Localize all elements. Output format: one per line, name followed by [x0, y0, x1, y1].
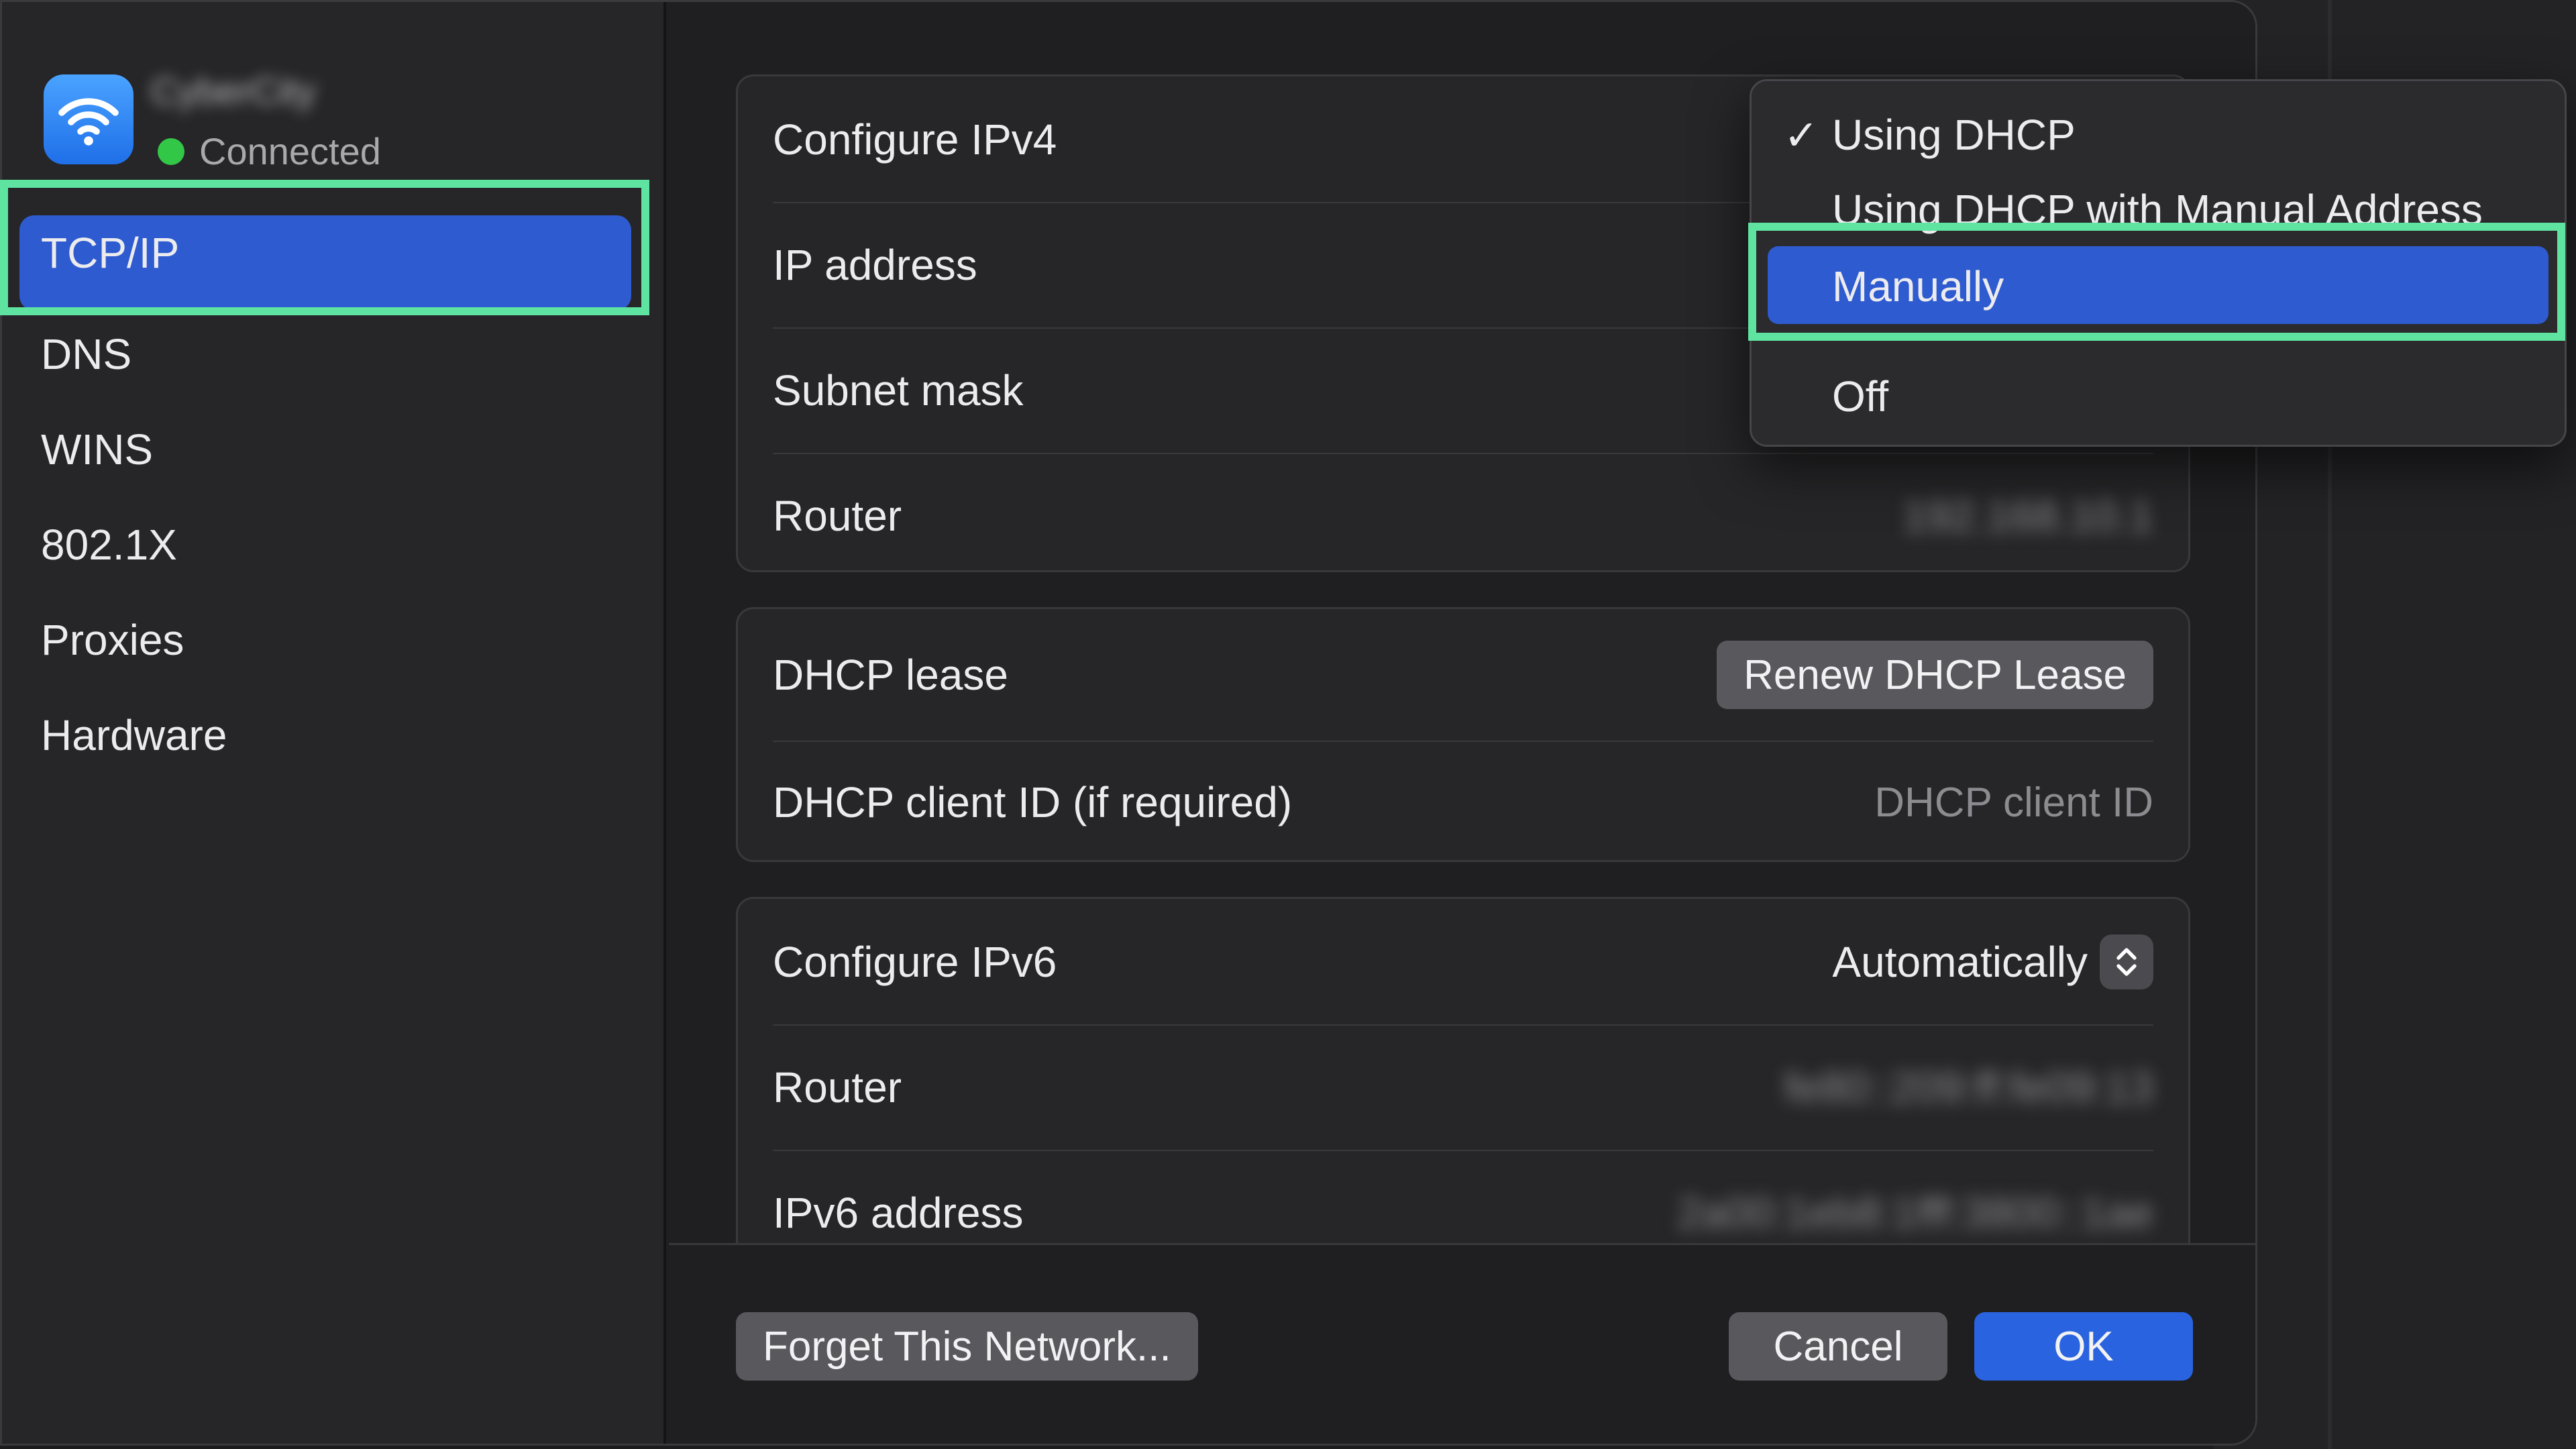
menu-item-dhcp-manual[interactable]: Using DHCP with Manual Address: [1752, 170, 2565, 250]
ipv6-router-label: Router: [773, 1063, 902, 1112]
configure-ipv6-row: Configure IPv6 Automatically: [738, 899, 2188, 1024]
renew-dhcp-lease-button[interactable]: Renew DHCP Lease: [1717, 641, 2153, 709]
sidebar-item-label: TCP/IP: [41, 229, 180, 277]
chevron-updown-icon: [2100, 934, 2153, 989]
status-text: Connected: [199, 130, 381, 172]
ipv6-address-label: IPv6 address: [773, 1188, 1024, 1237]
sidebar-item-tcpip[interactable]: TCP/IP: [2, 199, 666, 311]
sidebar-item-wins[interactable]: WINS: [2, 402, 666, 497]
router-row: Router 192.168.10.1: [738, 453, 2188, 570]
configure-ipv4-label: Configure IPv4: [773, 115, 1057, 164]
dhcp-client-id-row: DHCP client ID (if required) DHCP client…: [738, 741, 2188, 860]
sidebar-item-label: Hardware: [41, 711, 227, 759]
menu-item-label: Off: [1832, 372, 1889, 421]
sidebar-item-dns[interactable]: DNS: [2, 307, 666, 402]
ip-address-label: IP address: [773, 240, 977, 289]
configure-ipv6-value: Automatically: [1832, 937, 2088, 986]
menu-item-using-dhcp[interactable]: ✓ Using DHCP: [1752, 95, 2565, 175]
sidebar-item-label: 802.1X: [41, 521, 177, 569]
menu-item-label: Using DHCP with Manual Address: [1832, 186, 2483, 234]
dhcp-client-id-field[interactable]: DHCP client ID: [1874, 779, 2153, 826]
ipv6-router-row: Router fe80::209:ff:fe09:13: [738, 1024, 2188, 1150]
sheet-footer: Forget This Network... Cancel OK: [669, 1243, 2255, 1444]
sidebar-list: TCP/IP DNS WINS 802.1X Proxies Hardware: [2, 183, 666, 783]
ipv6-address-value: 2a00:1eb8:1fff:3800::1ae: [1677, 1188, 2153, 1237]
sidebar-item-label: Proxies: [41, 616, 184, 664]
menu-item-label: Using DHCP: [1832, 111, 2076, 159]
dhcp-lease-row: DHCP lease Renew DHCP Lease: [738, 609, 2188, 741]
router-value: 192.168.10.1: [1902, 491, 2153, 540]
cancel-button[interactable]: Cancel: [1729, 1312, 1947, 1381]
ipv6-group: Configure IPv6 Automatically Router fe80…: [736, 897, 2190, 1273]
ok-button[interactable]: OK: [1974, 1312, 2193, 1381]
dhcp-lease-label: DHCP lease: [773, 651, 1008, 699]
connected-dot-icon: [158, 138, 184, 165]
menu-item-label: Manually: [1832, 262, 2004, 311]
sidebar-item-label: WINS: [41, 425, 154, 474]
ipv6-router-value: fe80::209:ff:fe09:13: [1784, 1063, 2153, 1112]
sidebar-item-8021x[interactable]: 802.1X: [2, 497, 666, 592]
dhcp-client-id-label: DHCP client ID (if required): [773, 778, 1293, 826]
screen: CyberCity Connected TCP/IP DNS WINS 802.…: [0, 0, 2576, 1449]
sidebar-item-hardware[interactable]: Hardware: [2, 688, 666, 783]
menu-item-manually[interactable]: Manually: [1752, 246, 2565, 327]
sidebar: CyberCity Connected TCP/IP DNS WINS 802.…: [2, 2, 666, 1444]
sidebar-item-label: DNS: [41, 330, 132, 378]
connection-status: Connected: [158, 129, 381, 173]
configure-ipv6-label: Configure IPv6: [773, 937, 1057, 986]
subnet-mask-label: Subnet mask: [773, 366, 1024, 415]
network-name: CyberCity: [151, 70, 316, 112]
checkmark-icon: ✓: [1784, 112, 1819, 159]
configure-ipv4-menu: ✓ Using DHCP Using DHCP with Manual Addr…: [1750, 79, 2567, 447]
sidebar-item-proxies[interactable]: Proxies: [2, 592, 666, 688]
dhcp-group: DHCP lease Renew DHCP Lease DHCP client …: [736, 607, 2190, 862]
menu-item-off[interactable]: Off: [1752, 356, 2565, 437]
wifi-icon: [44, 74, 133, 164]
router-label: Router: [773, 491, 902, 540]
forget-network-button[interactable]: Forget This Network...: [736, 1312, 1198, 1381]
configure-ipv6-select[interactable]: Automatically: [1832, 934, 2153, 989]
